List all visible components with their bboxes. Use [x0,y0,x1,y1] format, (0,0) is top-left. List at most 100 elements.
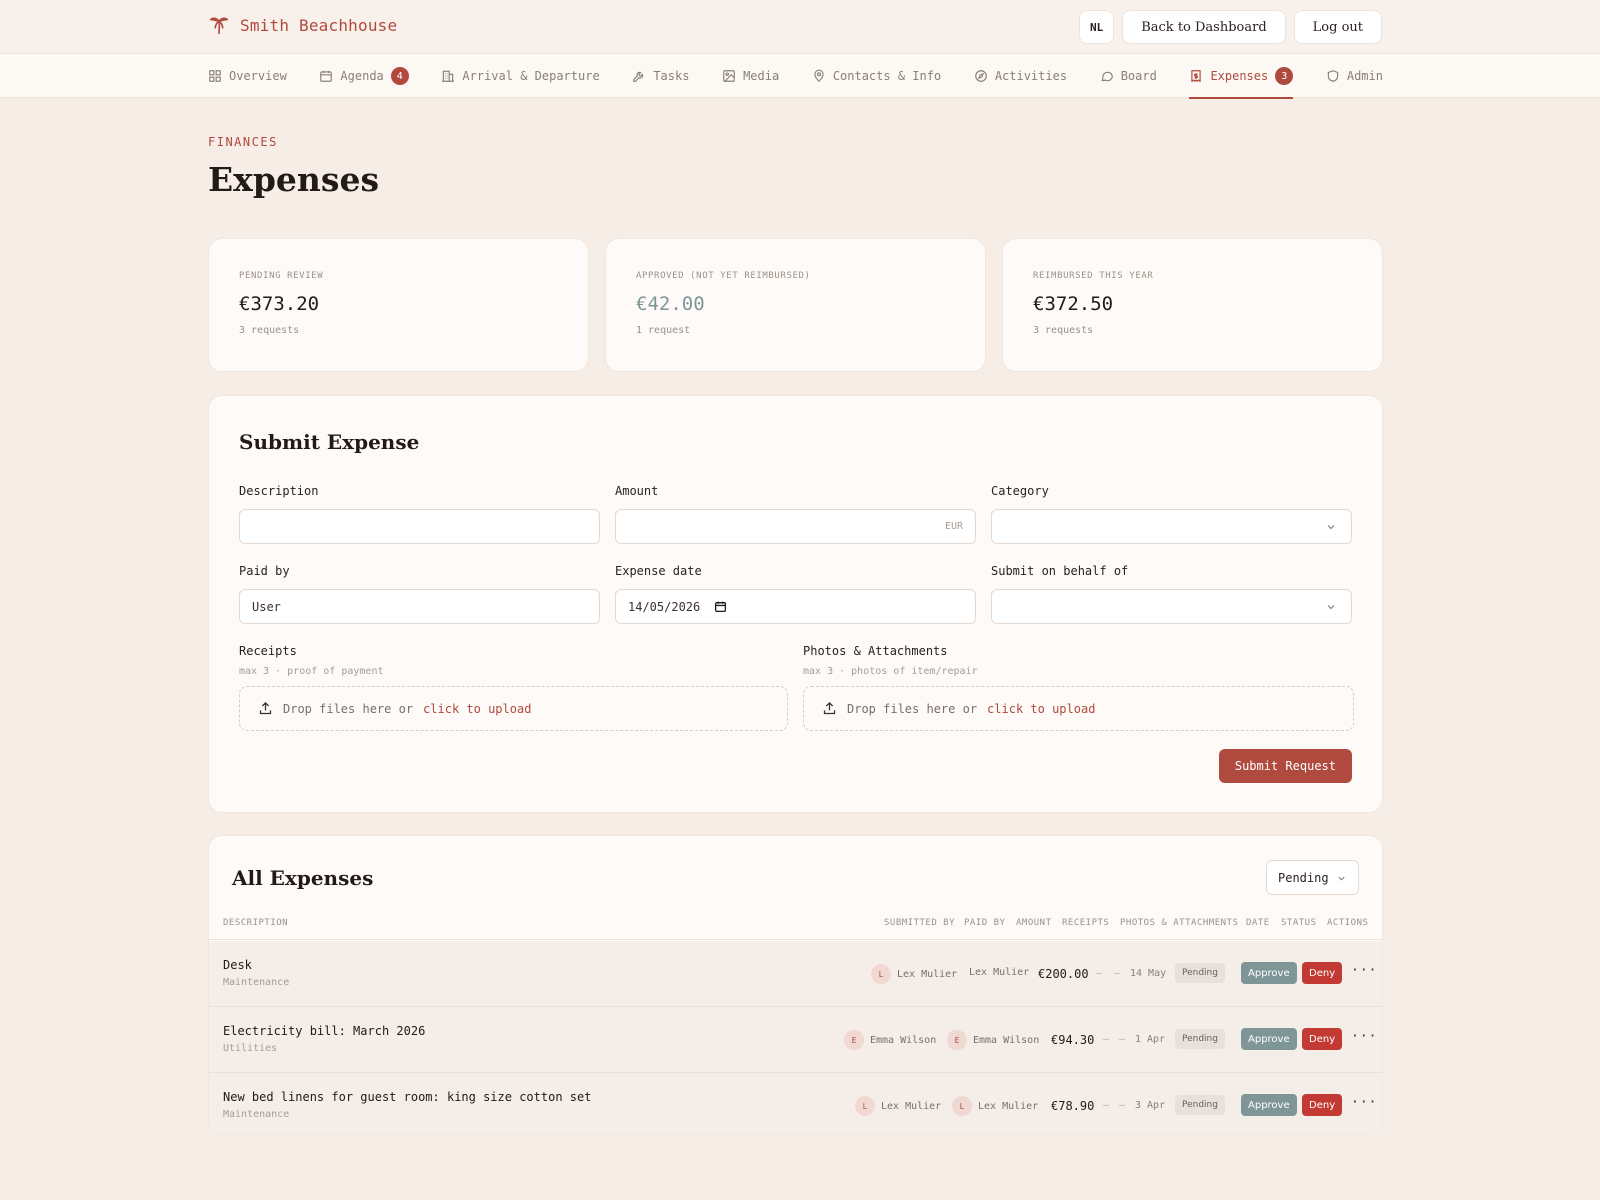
stat-value: €372.50 [1033,293,1114,315]
category-select[interactable] [991,509,1352,544]
paid-by-cell: E Emma Wilson [947,1030,1039,1050]
language-toggle[interactable]: NL [1078,10,1115,44]
deny-button[interactable]: Deny [1302,1094,1343,1116]
avatar: L [855,1096,875,1116]
tab-activities[interactable]: Activities [974,54,1067,98]
approve-button[interactable]: Approve [1241,962,1297,984]
click-to-upload-link[interactable]: click to upload [987,702,1095,716]
upload-icon [823,701,836,715]
tab-label: Media [743,69,780,83]
tab-label: Arrival & Departure [462,69,600,83]
stat-sub: 3 requests [1033,325,1094,336]
photos-upload-group: Photos & Attachments max 3 · photos of i… [803,644,1354,731]
column-header: PHOTOS & ATTACHMENTS [1120,918,1239,928]
photos-dropzone[interactable]: Drop files here or click to upload [803,686,1354,731]
palm-tree-icon [209,17,229,35]
image-icon [723,70,735,82]
submitted-by-cell: L Lex Mulier [871,964,957,984]
top-bar: Smith Beachhouse NL Back to Dashboard Lo… [0,0,1600,54]
table-row[interactable]: Desk Maintenance L Lex Mulier Lex Mulier… [209,941,1382,1007]
status-badge: Pending [1175,1029,1225,1049]
approve-button[interactable]: Approve [1241,1094,1297,1116]
paid-by-field-group: Paid by User [239,564,600,624]
receipts-dropzone[interactable]: Drop files here or click to upload [239,686,788,731]
column-header: SUBMITTED BY [884,918,956,928]
avatar: E [947,1030,967,1050]
message-icon [1101,71,1113,82]
receipts-cell: – [1096,968,1103,979]
calendar-icon[interactable] [714,600,727,613]
status-filter-select[interactable]: Pending [1266,860,1359,895]
table-row[interactable]: New bed linens for guest room: king size… [209,1073,1382,1134]
submitted-by-cell: L Lex Mulier [855,1096,941,1116]
tab-label: Expenses [1210,69,1269,83]
stats-row: PENDING REVIEW €373.20 3 requests APPROV… [208,238,1383,372]
table-header: DESCRIPTION SUBMITTED BY PAID BY AMOUNT … [209,918,1382,940]
row-date: 3 Apr [1135,1100,1166,1111]
deny-button[interactable]: Deny [1302,1028,1343,1050]
chevron-down-icon [1327,525,1335,530]
row-description: Electricity bill: March 2026 [223,1024,426,1038]
tab-expenses[interactable]: Expenses 3 [1189,54,1294,99]
expense-date-input[interactable]: 14/05/2026 [615,589,976,624]
row-amount: €94.30 [1051,1033,1095,1047]
table-row[interactable]: Electricity bill: March 2026 Utilities E… [209,1007,1382,1073]
receipts-label: Receipts [239,644,297,658]
tab-label: Agenda [340,69,384,83]
compass-icon [974,70,987,82]
stat-label: REIMBURSED THIS YEAR [1033,271,1154,281]
page-title: Expenses [208,160,380,199]
tab-board[interactable]: Board [1100,54,1157,98]
photos-hint: max 3 · photos of item/repair [803,666,978,677]
brand-name: Smith Beachhouse [240,15,398,35]
tab-tasks[interactable]: Tasks [632,54,689,98]
tab-media[interactable]: Media [722,54,779,98]
amount-label: Amount [615,484,659,498]
expense-date-field-group: Expense date 14/05/2026 [615,564,976,624]
row-date: 1 Apr [1135,1034,1166,1045]
list-title: All Expenses [232,866,374,890]
tab-overview[interactable]: Overview [208,54,287,98]
submit-request-button[interactable]: Submit Request [1218,749,1352,783]
amount-input[interactable]: EUR [615,509,976,544]
drop-text: Drop files here or [283,701,414,716]
stat-card-reimbursed: REIMBURSED THIS YEAR €372.50 3 requests [1002,238,1383,372]
avatar: L [952,1096,972,1116]
submitted-by-cell: E Emma Wilson [844,1030,936,1050]
form-title: Submit Expense [239,430,420,454]
logout-button[interactable]: Log out [1293,10,1382,44]
brand[interactable]: Smith Beachhouse [208,14,397,36]
deny-button[interactable]: Deny [1302,962,1343,984]
behalf-select[interactable] [991,589,1352,624]
tab-label: Contacts & Info [832,69,942,83]
filter-value: Pending [1278,870,1329,885]
click-to-upload-link[interactable]: click to upload [423,702,531,716]
all-expenses-card: All Expenses Pending DESCRIPTION SUBMITT… [208,835,1383,1135]
submit-expense-card: Submit Expense Description Amount EUR Ca… [208,395,1383,813]
approve-button[interactable]: Approve [1241,1028,1297,1050]
row-amount: €78.90 [1051,1099,1095,1113]
submitted-by-name: Lex Mulier [881,1100,942,1112]
upload-icon [259,701,272,715]
tab-admin[interactable]: Admin [1326,54,1383,98]
paid-by-name: Emma Wilson [973,1034,1040,1046]
tab-agenda[interactable]: Agenda 4 [319,54,409,98]
status-badge: Pending [1175,1095,1225,1115]
wrench-icon [633,71,644,82]
description-input[interactable] [239,509,600,544]
grid-icon [209,70,221,82]
avatar: E [844,1030,864,1050]
paid-by-input[interactable]: User [239,589,600,624]
category-field-group: Category [991,484,1352,544]
receipts-cell: – [1103,1100,1110,1111]
more-actions-button[interactable]: ··· [1351,963,1377,978]
more-actions-button[interactable]: ··· [1351,1095,1377,1110]
submitted-by-name: Emma Wilson [870,1034,937,1046]
more-actions-button[interactable]: ··· [1351,1029,1377,1044]
tab-contacts-info[interactable]: Contacts & Info [812,54,941,98]
tab-arrival-departure[interactable]: Arrival & Departure [441,54,600,98]
avatar: L [871,964,891,984]
receipt-icon [1191,70,1202,83]
stat-label: PENDING REVIEW [239,271,324,281]
back-to-dashboard-button[interactable]: Back to Dashboard [1122,10,1286,44]
